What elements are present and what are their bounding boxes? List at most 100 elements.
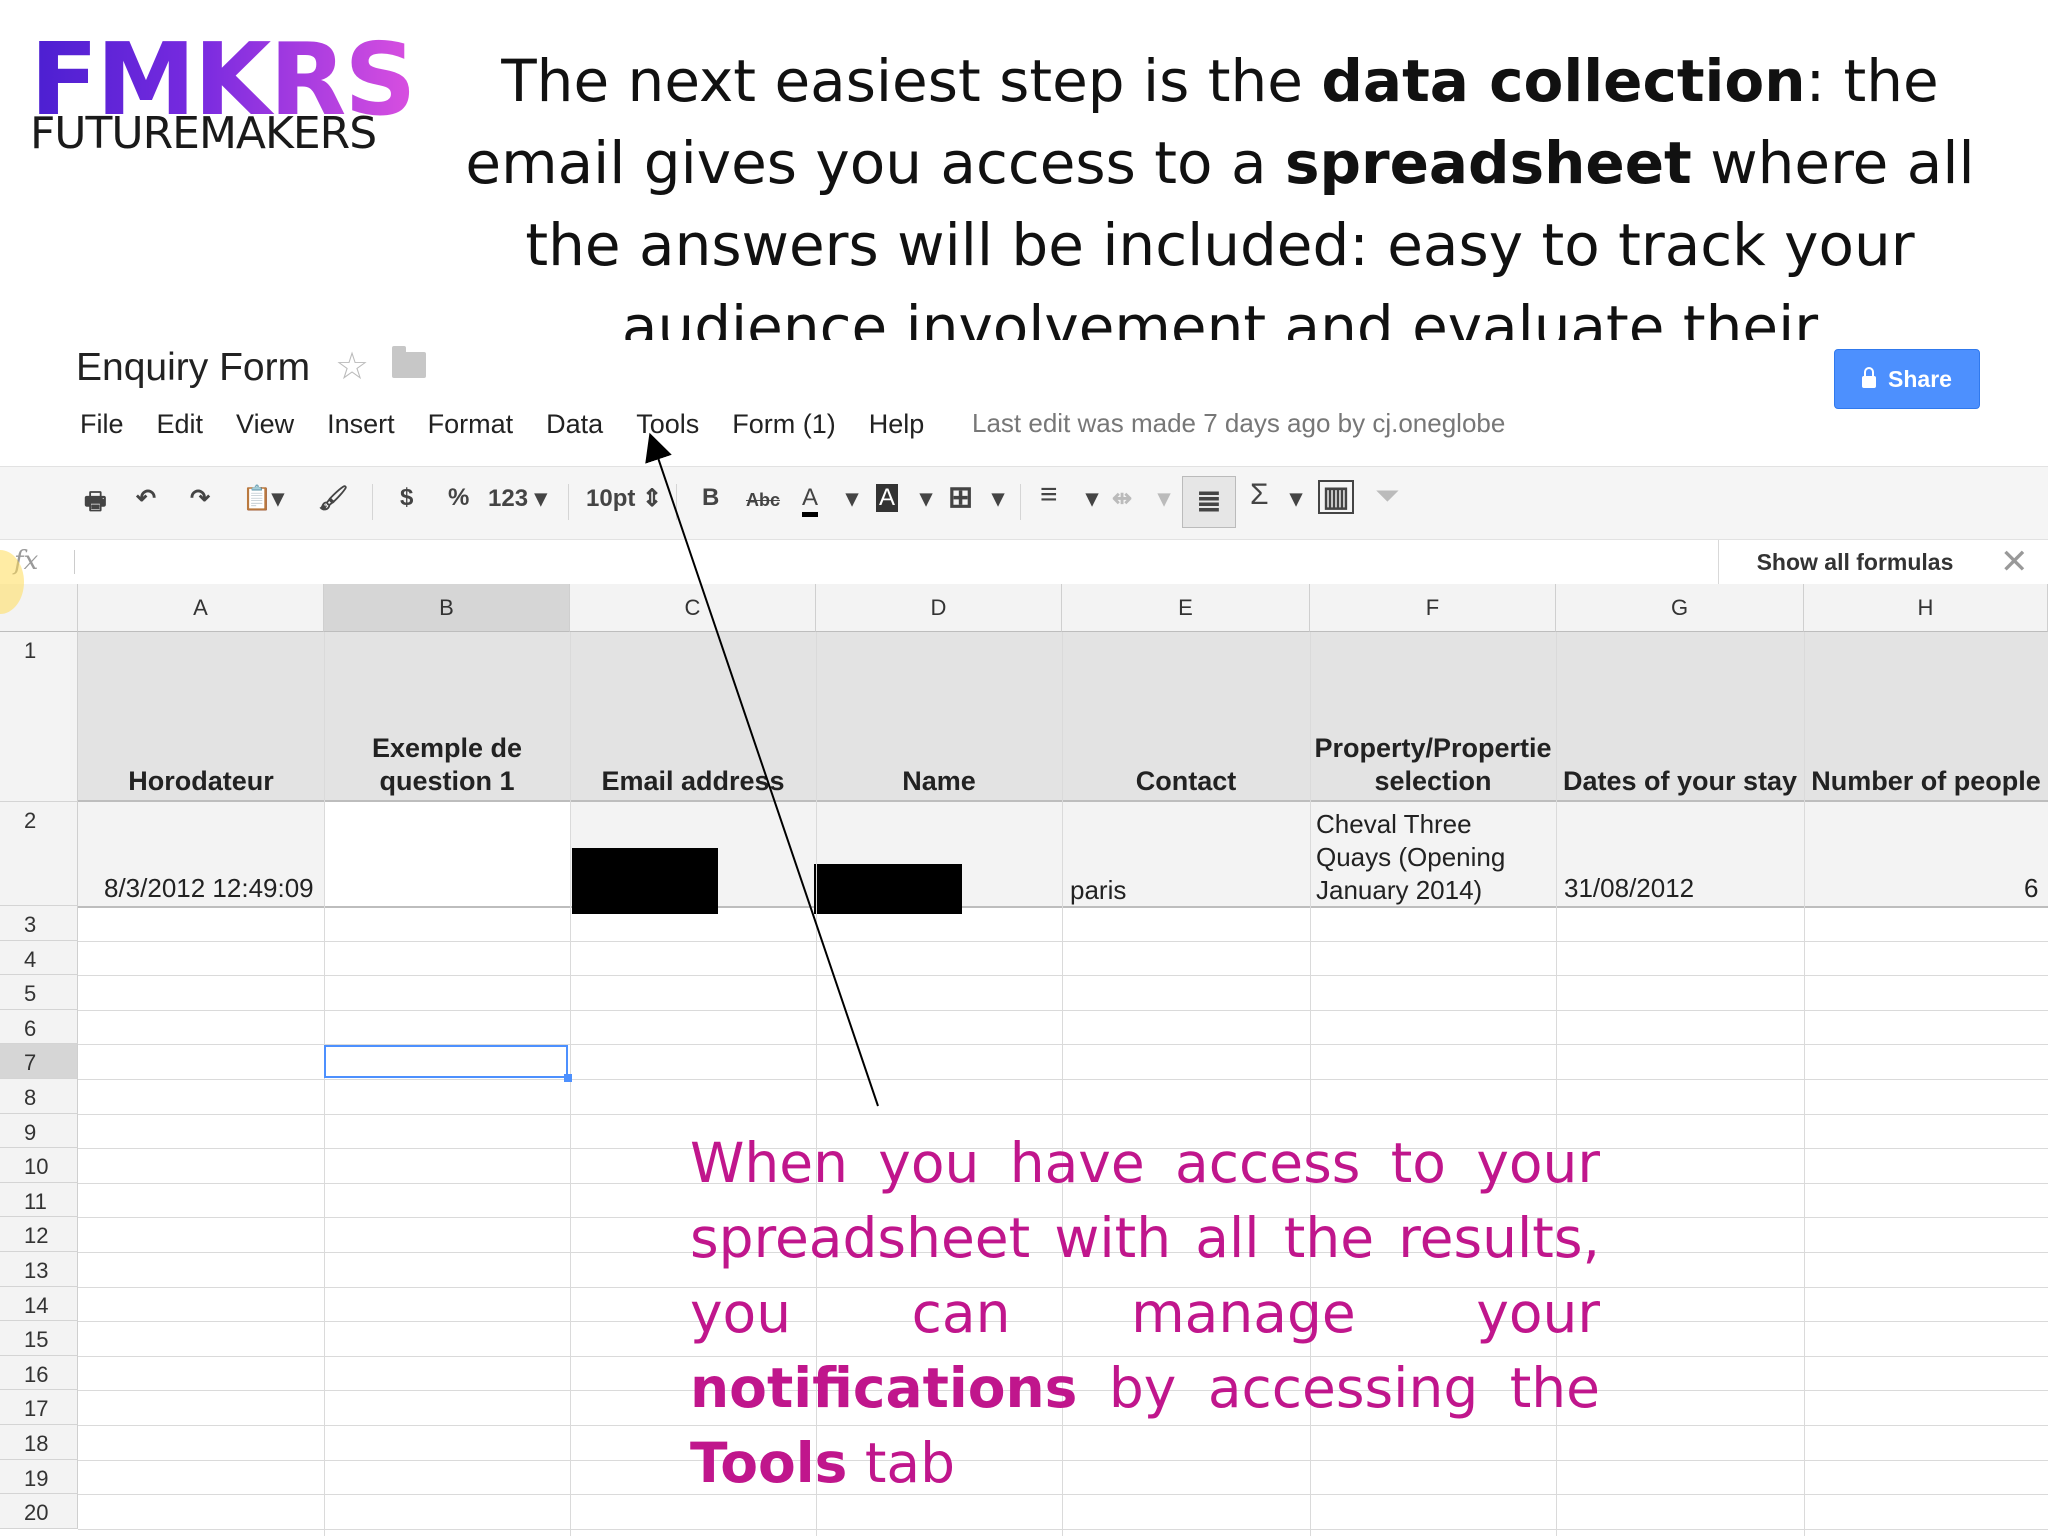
- text-color-button[interactable]: A: [802, 484, 819, 517]
- percent-format-button[interactable]: %: [448, 484, 469, 512]
- fill-handle[interactable]: [564, 1074, 572, 1082]
- menu-data[interactable]: Data: [546, 406, 603, 442]
- grid-line: [78, 1113, 2048, 1115]
- header-cell-dates[interactable]: Dates of your stay: [1556, 632, 1804, 800]
- fill-color-button[interactable]: A: [876, 484, 899, 512]
- redo-icon[interactable]: ↷: [190, 484, 210, 513]
- column-header-c[interactable]: C: [570, 584, 816, 632]
- row-header-10[interactable]: 10: [0, 1148, 78, 1183]
- callout-text: When you have access to your spreadsheet…: [690, 1131, 1600, 1495]
- menu-format[interactable]: Format: [428, 406, 514, 442]
- chevron-down-icon[interactable]: ▾: [1086, 484, 1098, 513]
- cell-people[interactable]: 6: [2024, 872, 2038, 905]
- align-left-icon[interactable]: ≡: [1040, 478, 1058, 512]
- futuremakers-wordmark: FUTUREMAKERS: [30, 108, 377, 159]
- row-header-2[interactable]: 2: [0, 802, 78, 906]
- grid-line: [324, 632, 325, 1536]
- chart-icon[interactable]: ▥: [1318, 480, 1354, 514]
- toolbar-separator: [568, 484, 569, 520]
- header-cell-question[interactable]: Exemple de question 1: [324, 632, 570, 800]
- header-cell-name[interactable]: Name: [816, 632, 1062, 800]
- row-header-11[interactable]: 11: [0, 1182, 78, 1218]
- column-header-f[interactable]: F: [1310, 584, 1556, 632]
- bold-button[interactable]: B: [702, 484, 719, 512]
- row-header-16[interactable]: 16: [0, 1355, 78, 1391]
- column-header-h[interactable]: H: [1804, 584, 2048, 632]
- paste-icon[interactable]: 📋▾: [242, 484, 284, 513]
- toolbar-separator: [1020, 484, 1021, 520]
- last-edit-status[interactable]: Last edit was made 7 days ago by cj.oneg…: [972, 408, 1505, 439]
- header-cell-email[interactable]: Email address: [570, 632, 816, 800]
- close-icon[interactable]: ✕: [2000, 542, 2029, 582]
- menu-view[interactable]: View: [236, 406, 294, 442]
- row-header-15[interactable]: 15: [0, 1321, 78, 1356]
- currency-format-button[interactable]: $: [400, 484, 413, 512]
- header-cell-contact[interactable]: Contact: [1062, 632, 1310, 800]
- row-header-19[interactable]: 19: [0, 1459, 78, 1495]
- row-header-3[interactable]: 3: [0, 906, 78, 941]
- chevron-down-icon[interactable]: ▾: [920, 484, 932, 513]
- selected-cell-b7[interactable]: [324, 1045, 568, 1078]
- empty-cell[interactable]: [324, 802, 570, 906]
- grid-line: [78, 975, 2048, 977]
- row-header-7[interactable]: 7: [0, 1044, 78, 1079]
- menu-insert[interactable]: Insert: [327, 406, 395, 442]
- folder-icon[interactable]: [392, 346, 426, 378]
- menu-bar: File Edit View Insert Format Data Tools …: [80, 406, 957, 442]
- row-header-9[interactable]: 9: [0, 1113, 78, 1149]
- menu-tools[interactable]: Tools: [636, 406, 699, 442]
- chevron-down-icon[interactable]: ▾: [992, 484, 1004, 513]
- strikethrough-button[interactable]: Abc: [746, 490, 780, 511]
- header-cell-people[interactable]: Number of people: [1804, 632, 2048, 800]
- font-size-select[interactable]: 10pt ⇕: [586, 484, 662, 513]
- paint-format-icon[interactable]: 🖌: [318, 484, 348, 513]
- chevron-down-icon[interactable]: ▾: [1158, 484, 1170, 513]
- star-icon[interactable]: ☆: [335, 344, 369, 389]
- header-cell-horodateur[interactable]: Horodateur: [78, 632, 324, 800]
- print-icon[interactable]: 🖶: [84, 484, 107, 525]
- menu-file[interactable]: File: [80, 406, 124, 442]
- grid-line: [1804, 632, 1805, 1536]
- row-header-14[interactable]: 14: [0, 1286, 78, 1322]
- column-header-e[interactable]: E: [1062, 584, 1310, 632]
- cell-dates[interactable]: 31/08/2012: [1564, 872, 1694, 905]
- row-header-5[interactable]: 5: [0, 975, 78, 1010]
- formula-input-caret: [74, 550, 75, 574]
- menu-edit[interactable]: Edit: [157, 406, 204, 442]
- header-cell-property[interactable]: Property/Propertie selection: [1310, 632, 1556, 800]
- borders-icon[interactable]: ⊞: [948, 480, 973, 515]
- column-header-b[interactable]: B: [324, 584, 570, 632]
- row-header-4[interactable]: 4: [0, 940, 78, 976]
- column-header-g[interactable]: G: [1556, 584, 1804, 632]
- lock-icon: [1862, 367, 1877, 388]
- row-header-18[interactable]: 18: [0, 1425, 78, 1460]
- functions-button[interactable]: Σ: [1250, 478, 1269, 512]
- show-all-formulas-button[interactable]: Show all formulas: [1718, 540, 1991, 584]
- menu-help[interactable]: Help: [869, 406, 925, 442]
- merge-cells-icon[interactable]: ⇹: [1112, 484, 1132, 513]
- row-header-17[interactable]: 17: [0, 1390, 78, 1425]
- column-header-d[interactable]: D: [816, 584, 1062, 632]
- cell-contact[interactable]: paris: [1070, 874, 1126, 907]
- toolbar-separator: [372, 484, 373, 520]
- row-header-8[interactable]: 8: [0, 1079, 78, 1114]
- chevron-down-icon[interactable]: ▾: [846, 484, 858, 513]
- toolbar-separator: [676, 484, 677, 520]
- chevron-down-icon[interactable]: ▾: [1290, 484, 1302, 513]
- row-header-20[interactable]: 20: [0, 1494, 78, 1529]
- cell-property[interactable]: Cheval Three Quays (Opening January 2014…: [1316, 808, 1552, 907]
- row-header-6[interactable]: 6: [0, 1009, 78, 1045]
- redacted-email: [572, 848, 718, 914]
- document-title[interactable]: Enquiry Form: [76, 346, 310, 390]
- wrap-text-icon[interactable]: ≣: [1182, 476, 1236, 528]
- column-header-a[interactable]: A: [78, 584, 324, 632]
- row-header-13[interactable]: 13: [0, 1252, 78, 1287]
- share-button[interactable]: Share: [1834, 349, 1980, 409]
- menu-form[interactable]: Form (1): [732, 406, 836, 442]
- cell-timestamp[interactable]: 8/3/2012 12:49:09: [104, 872, 314, 905]
- undo-icon[interactable]: ↶: [136, 484, 156, 513]
- row-header-1[interactable]: 1: [0, 632, 78, 802]
- number-format-button[interactable]: 123 ▾: [488, 484, 547, 513]
- filter-icon[interactable]: ⏷: [1376, 480, 1398, 513]
- row-header-12[interactable]: 12: [0, 1217, 78, 1252]
